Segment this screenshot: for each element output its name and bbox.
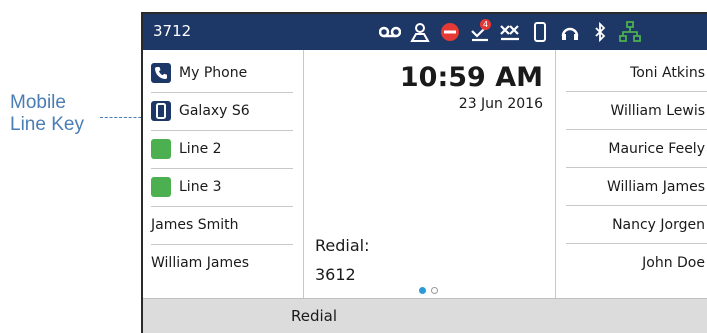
page-dot[interactable] bbox=[431, 287, 438, 294]
line-key-galaxy-s6[interactable]: Galaxy S6 bbox=[151, 92, 293, 131]
line-key-line-3[interactable]: Line 3 bbox=[151, 168, 293, 207]
voicemail-badge: 4 bbox=[480, 19, 491, 30]
speed-dial-key[interactable]: John Doe bbox=[566, 244, 707, 282]
voicemail-icon[interactable] bbox=[379, 21, 401, 43]
speed-dial-key[interactable]: Toni Atkins bbox=[566, 54, 707, 92]
line-key-line-2[interactable]: Line 2 bbox=[151, 130, 293, 169]
line-key-james-smith[interactable]: James Smith bbox=[151, 206, 293, 245]
missed-calls-icon[interactable]: 4 bbox=[469, 19, 491, 43]
line-key-william-james[interactable]: William James bbox=[151, 244, 293, 282]
clock-date: 23 Jun 2016 bbox=[458, 96, 543, 112]
speed-dial-key[interactable]: Maurice Feely bbox=[566, 130, 707, 168]
call-forward-icon[interactable] bbox=[499, 21, 521, 43]
line-key-label: Line 2 bbox=[179, 141, 222, 157]
phone-icon bbox=[151, 63, 171, 83]
redial-number[interactable]: 3612 bbox=[315, 265, 356, 284]
speed-dial-key[interactable]: William James bbox=[566, 168, 707, 206]
line-key-label: Line 3 bbox=[179, 179, 222, 195]
callout-line-2: Line Key bbox=[10, 114, 84, 135]
presence-icon[interactable] bbox=[409, 21, 431, 43]
mobile-device-icon[interactable] bbox=[529, 21, 551, 43]
clock-time: 10:59 AM bbox=[399, 62, 543, 93]
extension-number: 3712 bbox=[153, 22, 192, 40]
line-key-label: Galaxy S6 bbox=[179, 103, 250, 119]
page-dot-active[interactable] bbox=[419, 287, 426, 294]
callout-label: Mobile Line Key bbox=[10, 92, 84, 136]
status-icons: 4 bbox=[379, 19, 641, 45]
line-key-label: William James bbox=[151, 255, 250, 271]
redial-label: Redial: bbox=[315, 236, 370, 255]
speed-dial-key[interactable]: Nancy Jorgen bbox=[566, 206, 707, 244]
dnd-icon[interactable] bbox=[439, 21, 461, 43]
line-key-my-phone[interactable]: My Phone bbox=[151, 54, 293, 93]
speed-dial-column: Toni Atkins William Lewis Maurice Feely … bbox=[556, 54, 707, 306]
line-indicator-icon bbox=[151, 177, 171, 197]
network-icon[interactable] bbox=[619, 21, 641, 43]
line-key-label: My Phone bbox=[179, 65, 248, 81]
status-bar: 3712 4 bbox=[143, 14, 707, 50]
mobile-phone-icon bbox=[151, 101, 171, 121]
line-indicator-icon bbox=[151, 139, 171, 159]
callout-leader-line bbox=[100, 117, 146, 118]
softkey-bar: Redial bbox=[143, 298, 707, 333]
speed-dial-key[interactable]: William Lewis bbox=[566, 92, 707, 130]
headset-icon[interactable] bbox=[559, 21, 581, 43]
redial-softkey[interactable]: Redial bbox=[291, 307, 337, 325]
page-indicator bbox=[419, 287, 438, 294]
home-center-panel: 10:59 AM 23 Jun 2016 Redial: 3612 bbox=[303, 54, 555, 306]
phone-screen: 3712 4 My Phone Galaxy S6 Line 2 Line 3 … bbox=[141, 12, 707, 333]
callout-line-1: Mobile bbox=[10, 92, 66, 113]
line-keys-column: My Phone Galaxy S6 Line 2 Line 3 James S… bbox=[143, 54, 303, 306]
line-key-label: James Smith bbox=[151, 217, 239, 233]
bluetooth-icon[interactable] bbox=[589, 21, 611, 43]
